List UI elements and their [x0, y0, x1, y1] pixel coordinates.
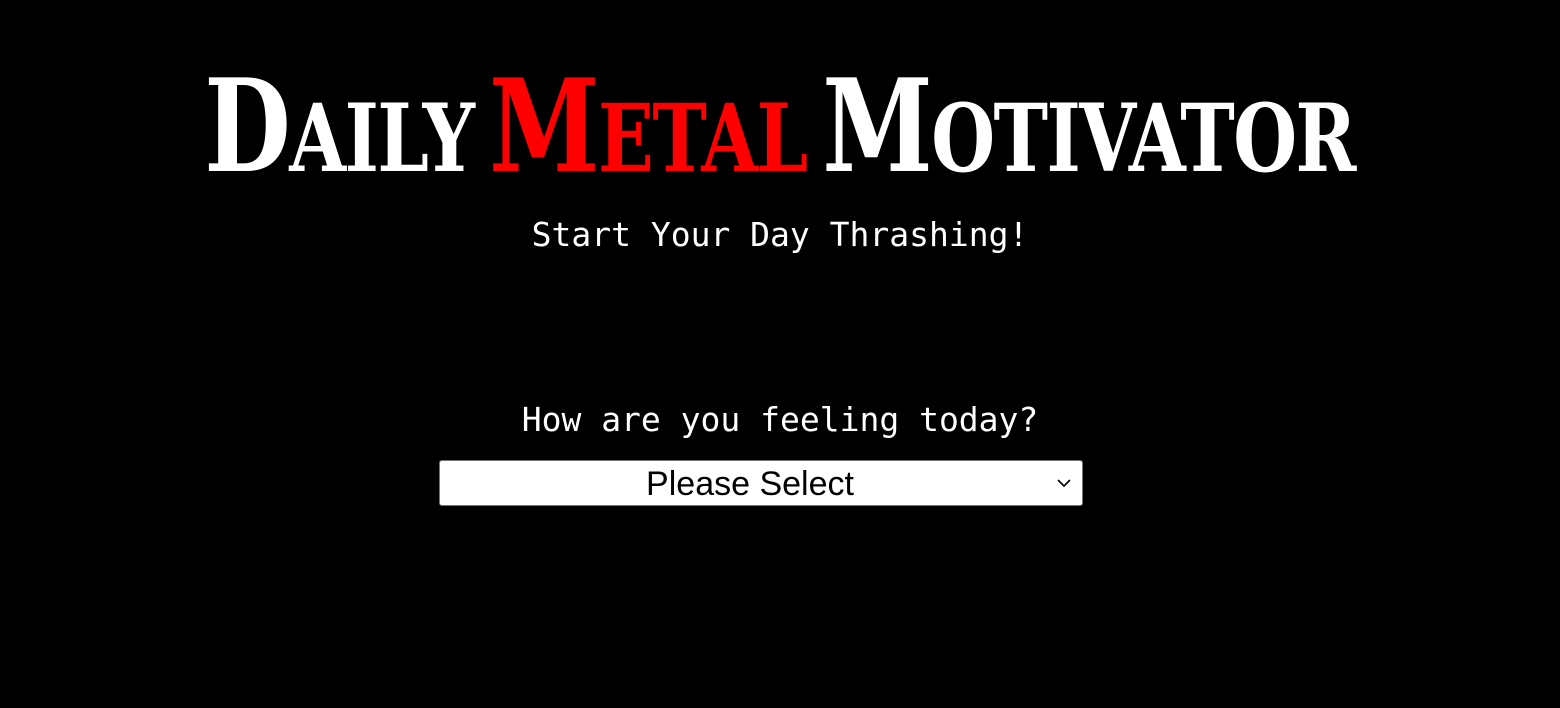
header: DAILY METAL MOTIVATOR: [0, 52, 1560, 214]
logo-word-daily: DAILY: [204, 52, 476, 202]
mood-select[interactable]: Please Select: [439, 460, 1083, 506]
logo-word-motivator: MOTIVATOR: [822, 52, 1357, 202]
mood-question-label: How are you feeling today?: [521, 400, 1039, 439]
site-logo-title: DAILY METAL MOTIVATOR: [197, 52, 1363, 214]
mood-select-value: Please Select: [646, 465, 854, 503]
tagline: Start Your Day Thrashing!: [531, 215, 1029, 254]
page: DAILY METAL MOTIVATOR Start Your Day Thras…: [0, 0, 1560, 708]
chevron-down-icon: [1057, 479, 1071, 488]
logo-word-metal: METAL: [489, 52, 808, 202]
